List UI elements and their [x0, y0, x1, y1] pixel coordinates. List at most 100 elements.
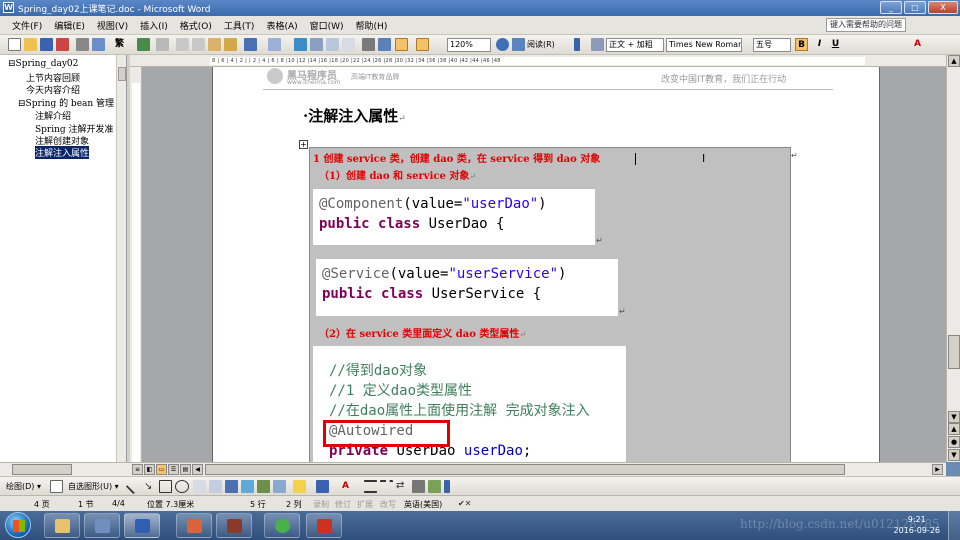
scroll-right-icon[interactable]: ▶: [932, 464, 943, 475]
horizontal-scrollbar[interactable]: ≡ ◧ ▭ ☰ ▤ ◀ ▶: [130, 462, 946, 476]
draw-menu-button[interactable]: 绘图(D) ▾: [6, 481, 41, 492]
line-style-icon[interactable]: [364, 480, 377, 493]
arrow-tool-icon[interactable]: ↘: [144, 481, 157, 494]
permission-icon[interactable]: [56, 38, 69, 51]
select-browse-object-icon[interactable]: ●: [948, 436, 960, 448]
diagram-icon[interactable]: [241, 480, 254, 493]
step-1a-line[interactable]: （1）创建 dao 和 service 对象↵: [319, 167, 476, 182]
save-icon[interactable]: [40, 38, 53, 51]
line-tool-icon[interactable]: [125, 478, 142, 495]
draw-font-color-button[interactable]: A: [339, 480, 352, 493]
open-folder-icon[interactable]: [24, 38, 37, 51]
outline-view-icon[interactable]: ☰: [168, 464, 179, 475]
show-desktop-button[interactable]: [948, 511, 960, 540]
docmap-scrollbar[interactable]: [116, 55, 126, 462]
columns-icon[interactable]: [362, 38, 375, 51]
select-objects-icon[interactable]: [50, 480, 63, 493]
dash-style-icon[interactable]: [380, 480, 393, 493]
taskbar-browser[interactable]: [264, 513, 300, 538]
docmap-node-spring-day02[interactable]: ⊟Spring_day02: [8, 59, 78, 69]
style-select[interactable]: 正文 + 加粗: [606, 38, 664, 52]
italic-button[interactable]: I: [813, 38, 826, 51]
help-icon[interactable]: [496, 38, 509, 51]
print-icon[interactable]: [76, 38, 89, 51]
font-color-button[interactable]: A: [911, 38, 924, 51]
taskbar-app-2[interactable]: [84, 513, 120, 538]
autoshapes-menu-button[interactable]: 自选图形(U) ▾: [68, 481, 119, 492]
drawing-icon[interactable]: [378, 38, 391, 51]
paste-icon[interactable]: [208, 38, 221, 51]
menu-help[interactable]: 帮助(H): [350, 19, 394, 32]
web-view-icon[interactable]: ◧: [144, 464, 155, 475]
clipart-icon[interactable]: [257, 480, 270, 493]
underline-button[interactable]: U: [829, 38, 842, 51]
menu-edit[interactable]: 编辑(E): [48, 19, 91, 32]
taskbar-powerpoint[interactable]: [176, 513, 212, 538]
document-map-icon[interactable]: [395, 38, 408, 51]
maximize-button[interactable]: □: [904, 1, 926, 14]
system-clock[interactable]: 9:21 2016-09-26: [894, 514, 941, 536]
read-button[interactable]: 阅读(R): [527, 39, 555, 50]
textbox-tool-icon[interactable]: [193, 480, 206, 493]
styles-icon[interactable]: [591, 38, 604, 51]
spelling-icon[interactable]: [137, 38, 150, 51]
scroll-up-icon[interactable]: ▲: [948, 55, 960, 67]
taskbar-app-5[interactable]: [216, 513, 252, 538]
format-painter-icon[interactable]: [224, 38, 237, 51]
print-preview-icon[interactable]: [92, 38, 105, 51]
start-button[interactable]: [5, 512, 31, 538]
insert-excel-icon[interactable]: [342, 38, 355, 51]
menu-file[interactable]: 文件(F): [6, 19, 48, 32]
taskbar-explorer[interactable]: [44, 513, 80, 538]
new-document-icon[interactable]: [8, 38, 21, 51]
minimize-button[interactable]: _: [880, 1, 902, 14]
vertical-scroll-thumb[interactable]: [948, 335, 960, 369]
close-button[interactable]: X: [928, 1, 958, 14]
next-page-icon[interactable]: ▼: [948, 449, 960, 461]
show-hide-icon[interactable]: [416, 38, 429, 51]
line-color-icon[interactable]: [316, 480, 329, 493]
print-layout-view-icon[interactable]: ▭: [156, 464, 167, 475]
wordart-icon[interactable]: [225, 480, 238, 493]
drawbar-options-chevron-icon[interactable]: [444, 480, 450, 493]
menu-insert[interactable]: 插入(I): [134, 19, 174, 32]
font-size-select[interactable]: 五号: [753, 38, 791, 52]
docmap-scroll-thumb[interactable]: [118, 67, 126, 81]
taskbar-word[interactable]: [124, 513, 160, 538]
bold-button[interactable]: B: [795, 38, 808, 51]
copy-icon[interactable]: [192, 38, 205, 51]
insert-table-icon[interactable]: [326, 38, 339, 51]
help-question-input[interactable]: 键入需要帮助的问题: [826, 18, 906, 32]
arrow-style-icon[interactable]: ⇄: [396, 480, 409, 493]
docmap-node-annotation-intro[interactable]: 注解介绍: [35, 109, 71, 122]
code-image-userservice[interactable]: @Service(value="userService") public cla…: [316, 259, 618, 316]
zoom-select[interactable]: 120%: [447, 38, 491, 52]
cut-icon[interactable]: [176, 38, 189, 51]
rectangle-tool-icon[interactable]: [159, 480, 172, 493]
font-select[interactable]: Times New Roman: [666, 38, 742, 52]
previous-page-icon[interactable]: ▲: [948, 423, 960, 435]
3d-style-icon[interactable]: [428, 480, 441, 493]
status-language[interactable]: 英语(美国): [404, 499, 442, 510]
status-track-changes[interactable]: 修订: [335, 499, 351, 510]
spelling-status-icon[interactable]: ✔✕: [458, 499, 471, 508]
normal-view-icon[interactable]: ≡: [132, 464, 143, 475]
horizontal-scroll-thumb[interactable]: [205, 464, 845, 475]
vertical-textbox-icon[interactable]: [209, 480, 222, 493]
tables-borders-icon[interactable]: [310, 38, 323, 51]
research-icon[interactable]: [156, 38, 169, 51]
undo-icon[interactable]: [244, 38, 257, 51]
docmap-horizontal-thumb[interactable]: [12, 464, 72, 475]
menu-table[interactable]: 表格(A): [260, 19, 303, 32]
picture-icon[interactable]: [273, 480, 286, 493]
status-overtype[interactable]: 改写: [380, 499, 396, 510]
status-record[interactable]: 录制: [313, 499, 329, 510]
section-heading[interactable]: ·注解注入属性↵: [303, 105, 406, 126]
horizontal-ruler[interactable]: 8 | 6 | 4 | 2 | | 2 | 4 | 6 | 8 |10 |12 …: [130, 55, 946, 67]
menu-window[interactable]: 窗口(W): [304, 19, 350, 32]
toolbar-options-chevron-icon[interactable]: [574, 38, 580, 51]
traditional-chinese-icon[interactable]: 繁: [113, 38, 126, 51]
word-app-icon[interactable]: W: [3, 2, 14, 13]
scroll-down-icon[interactable]: ▼: [948, 411, 960, 423]
redo-icon[interactable]: [268, 38, 281, 51]
